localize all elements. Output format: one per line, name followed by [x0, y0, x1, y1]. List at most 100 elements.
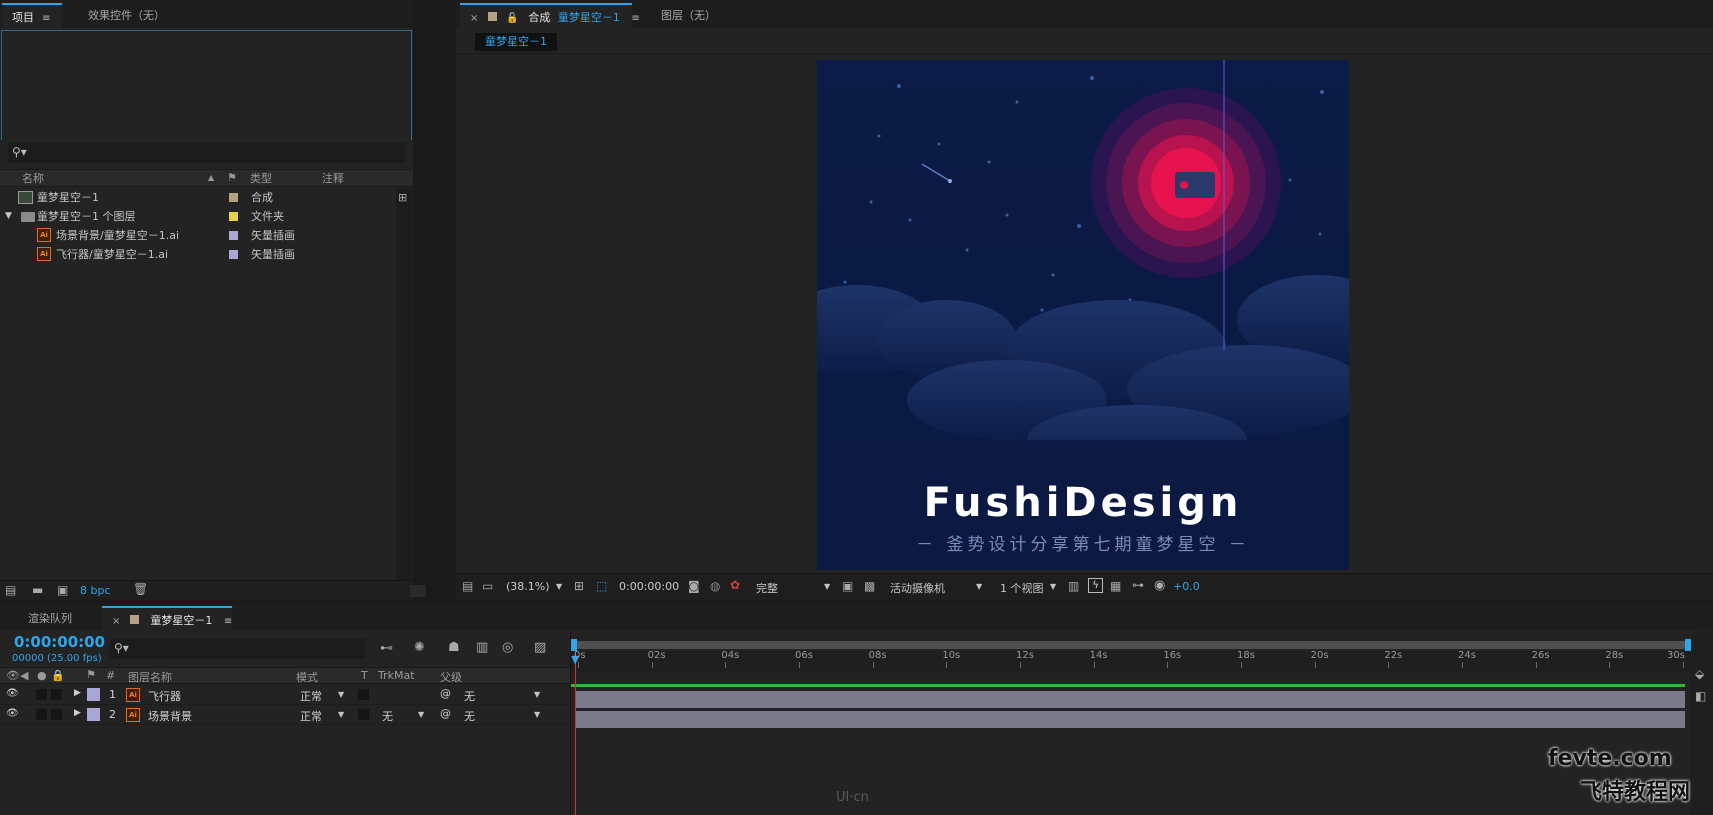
- panel-menu-icon[interactable]: ≡: [224, 616, 232, 627]
- chevron-down-icon[interactable]: ▼: [534, 710, 540, 719]
- chevron-down-icon[interactable]: ▼: [534, 690, 540, 699]
- column-trkmat[interactable]: TrkMat: [378, 669, 415, 682]
- exposure-value[interactable]: +0.0: [1173, 580, 1200, 593]
- timeline-icon[interactable]: ▦: [1110, 579, 1121, 593]
- pixel-aspect-icon[interactable]: ▥: [1068, 579, 1079, 593]
- layer-row[interactable]: 👁 ▶ 1 Ai 飞行器 正常 ▼ @ 无 ▼: [0, 685, 570, 705]
- expand-triangle-icon[interactable]: ▶: [74, 708, 81, 718]
- graph-editor-icon[interactable]: ▨: [534, 640, 546, 655]
- trkmat-select[interactable]: 无: [382, 708, 393, 724]
- motion-blur-icon[interactable]: ◎: [502, 640, 513, 655]
- views-select[interactable]: 1 个视图: [1000, 580, 1044, 596]
- mode-select[interactable]: 正常: [300, 708, 322, 724]
- tab-effect-controls[interactable]: 效果控件（无）: [78, 3, 175, 28]
- footer-scroll[interactable]: [410, 585, 426, 597]
- comp-marker-icon[interactable]: ⬙: [1695, 667, 1704, 681]
- lock-icon[interactable]: 🔒: [51, 669, 65, 682]
- project-item-folder[interactable]: ▼ 童梦星空－1 个图层 文件夹: [0, 207, 396, 226]
- comp-breadcrumb[interactable]: 童梦星空－1: [475, 33, 557, 51]
- grid-icon[interactable]: ⊞: [574, 579, 584, 593]
- tab-timeline-comp[interactable]: × 童梦星空－1 ≡: [102, 606, 232, 631]
- layer-row[interactable]: 👁 ▶ 2 Ai 场景背景 正常 ▼ 无 ▼ @ 无 ▼: [0, 705, 570, 725]
- chevron-down-icon[interactable]: ▼: [556, 582, 562, 591]
- work-area-bar[interactable]: [571, 641, 1691, 649]
- label-tag-icon[interactable]: ⚑: [86, 668, 96, 681]
- always-preview-icon[interactable]: ▤: [462, 579, 473, 593]
- chevron-down-icon[interactable]: ▼: [824, 582, 830, 591]
- project-item-comp[interactable]: 童梦星空－1 合成: [0, 188, 396, 207]
- lock-box[interactable]: [51, 709, 62, 720]
- comp-canvas[interactable]: FushiDesign － 釜势设计分享第七期童梦星空 －: [817, 60, 1349, 570]
- new-folder-icon[interactable]: ▬: [32, 583, 43, 597]
- parent-select[interactable]: 无: [464, 688, 475, 704]
- new-composition-icon[interactable]: ▣: [57, 583, 68, 597]
- layer-bar[interactable]: [575, 691, 1685, 708]
- show-snapshot-icon[interactable]: ◍: [710, 579, 720, 593]
- column-parent[interactable]: 父级: [440, 669, 462, 685]
- project-item-ai-bg[interactable]: Ai 场景背景/童梦星空－1.ai 矢量插画: [0, 226, 396, 245]
- monitor-icon[interactable]: ▭: [482, 579, 493, 593]
- layer-name[interactable]: 场景背景: [148, 708, 192, 724]
- comp-viewer-area[interactable]: FushiDesign － 釜势设计分享第七期童梦星空 －: [456, 55, 1713, 573]
- zoom-select[interactable]: (38.1%): [506, 580, 550, 593]
- frame-blending-icon[interactable]: ▥: [476, 640, 488, 655]
- chevron-down-icon[interactable]: ▼: [976, 582, 982, 591]
- bpc-label[interactable]: 8 bpc: [80, 584, 111, 597]
- channel-icon[interactable]: ✿: [730, 578, 740, 592]
- label-color-swatch[interactable]: [87, 708, 100, 721]
- panel-menu-icon[interactable]: ≡: [631, 13, 639, 24]
- column-layer-name[interactable]: 图层名称: [128, 669, 172, 685]
- draft-3d-icon[interactable]: ✺: [414, 640, 425, 655]
- chevron-down-icon[interactable]: ▼: [338, 690, 344, 699]
- chevron-down-icon[interactable]: ▼: [338, 710, 344, 719]
- solo-icon[interactable]: ●: [37, 669, 47, 682]
- timeline-timecode[interactable]: 0:00:00:00: [14, 633, 105, 651]
- tab-composition[interactable]: × 🔓 合成 童梦星空－1 ≡: [460, 3, 640, 28]
- solo-box[interactable]: [36, 709, 47, 720]
- mode-select[interactable]: 正常: [300, 688, 322, 704]
- timecode-display[interactable]: 0:00:00:00: [619, 580, 679, 593]
- eye-icon[interactable]: 👁: [6, 669, 20, 682]
- interpret-footage-icon[interactable]: ▤: [5, 583, 16, 597]
- chevron-down-icon[interactable]: ▼: [1050, 582, 1056, 591]
- flowchart-icon[interactable]: ⊞: [398, 191, 407, 204]
- exposure-reset-icon[interactable]: ◉: [1154, 578, 1165, 593]
- column-name[interactable]: 名称: [22, 170, 44, 188]
- comp-flow-icon[interactable]: ⊷: [380, 641, 393, 656]
- panel-menu-icon[interactable]: ≡: [42, 13, 50, 24]
- eye-icon[interactable]: 👁: [6, 708, 19, 719]
- lock-box[interactable]: [51, 689, 62, 700]
- expand-triangle-icon[interactable]: ▼: [5, 207, 12, 226]
- eye-icon[interactable]: 👁: [6, 688, 19, 699]
- preserve-transparency-box[interactable]: [358, 709, 369, 720]
- project-scrollbar[interactable]: ⊞: [396, 188, 412, 580]
- pickwhip-icon[interactable]: @: [440, 707, 451, 720]
- close-icon[interactable]: ×: [112, 616, 120, 627]
- solo-box[interactable]: [36, 689, 47, 700]
- region-of-interest-icon[interactable]: ▣: [842, 579, 853, 593]
- resolution-select[interactable]: 完整: [756, 580, 778, 596]
- layer-name[interactable]: 飞行器: [148, 688, 181, 704]
- trash-icon[interactable]: 🗑: [133, 582, 148, 596]
- fast-preview-icon[interactable]: ϟ: [1088, 578, 1103, 593]
- project-search[interactable]: ⚲▾: [8, 143, 406, 163]
- label-color-swatch[interactable]: [87, 688, 100, 701]
- close-icon[interactable]: ×: [470, 13, 478, 24]
- column-type[interactable]: 类型: [250, 170, 272, 188]
- tab-project[interactable]: 项目 ≡: [2, 3, 62, 28]
- label-color-swatch[interactable]: [229, 212, 238, 221]
- transparency-grid-icon[interactable]: ▩: [864, 579, 875, 593]
- layer-bar[interactable]: [575, 711, 1685, 728]
- tab-layer[interactable]: 图层（无）: [651, 3, 726, 28]
- preserve-transparency-box[interactable]: [358, 689, 369, 700]
- mask-visibility-icon[interactable]: ⬚: [596, 579, 607, 593]
- project-item-ai-craft[interactable]: Ai 飞行器/童梦星空－1.ai 矢量插画: [0, 245, 396, 264]
- label-tag-icon[interactable]: ⚑: [227, 171, 237, 184]
- flowchart-icon[interactable]: ⊶: [1132, 578, 1144, 592]
- label-color-swatch[interactable]: [229, 231, 238, 240]
- audio-icon[interactable]: ◀: [20, 669, 28, 682]
- timeline-search[interactable]: ⚲▾: [110, 639, 366, 659]
- current-time-indicator[interactable]: [575, 651, 576, 815]
- shy-layers-icon[interactable]: ☗: [448, 640, 460, 655]
- label-color-swatch[interactable]: [229, 250, 238, 259]
